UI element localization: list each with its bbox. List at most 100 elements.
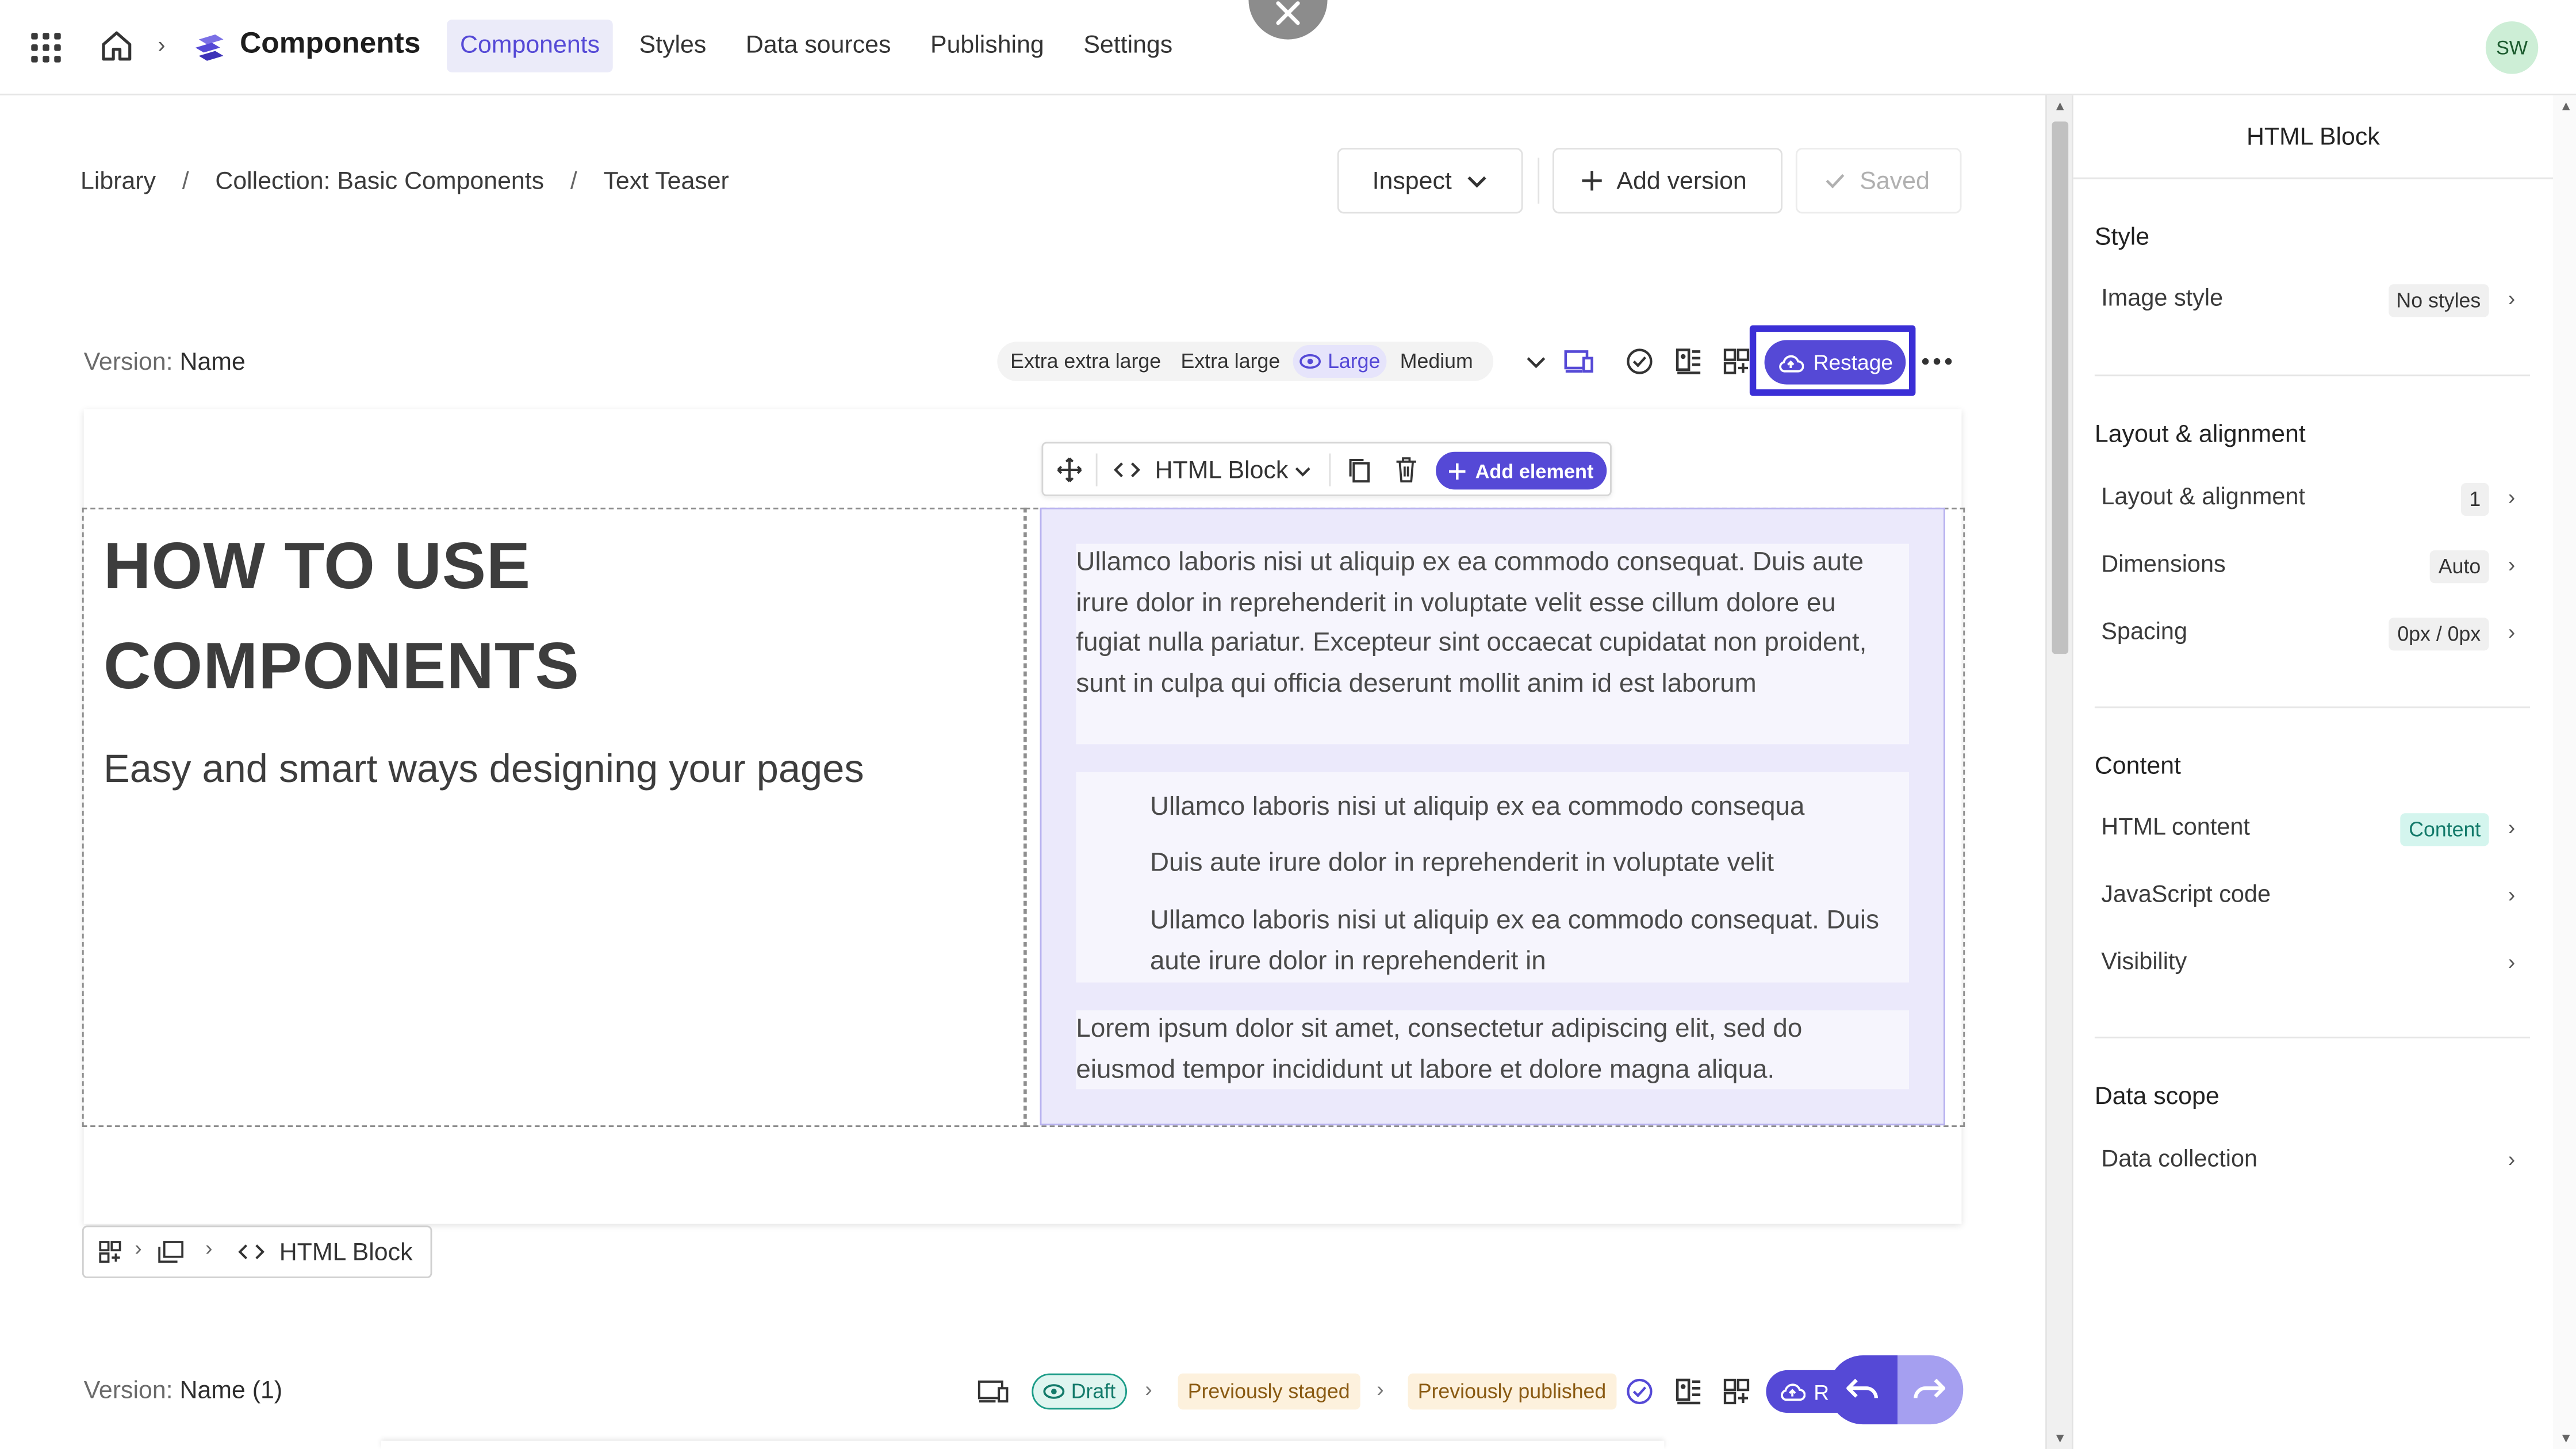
list-item: Ullamco laboris nisi ut aliquip ex ea co…: [1150, 793, 1805, 822]
toolbar-separator: [1095, 453, 1098, 486]
breakpoint-xxl[interactable]: Extra extra large: [1004, 345, 1168, 378]
section-divider: [2094, 374, 2530, 377]
status-badge-published[interactable]: Previously published: [1408, 1373, 1616, 1410]
chevron-right-icon: ›: [2508, 882, 2516, 907]
status-badge-draft[interactable]: Draft: [1032, 1373, 1127, 1410]
chevron-down-icon[interactable]: [1293, 462, 1313, 481]
breakpoint-selector: Extra extra large Extra large Large Medi…: [997, 342, 1493, 381]
user-avatar[interactable]: SW: [2485, 21, 2539, 74]
page-heading: HOW TO USE COMPONENTS: [103, 518, 580, 718]
duplicate-icon[interactable]: [1346, 457, 1372, 483]
scroll-up-arrow-icon[interactable]: ▲: [2053, 98, 2067, 113]
prop-label: Image style: [2101, 286, 2224, 312]
tab-styles[interactable]: Styles: [626, 20, 719, 72]
panel-scrollbar[interactable]: ▲ ▼: [2553, 95, 2576, 1449]
restage-button[interactable]: Restage: [1764, 340, 1906, 385]
chevron-down-icon[interactable]: [1521, 347, 1551, 376]
add-version-label: Add version: [1616, 167, 1747, 195]
eye-icon: [1300, 354, 1321, 369]
chevron-right-icon: ›: [2508, 552, 2516, 577]
html-paragraph: Lorem ipsum dolor sit amet, consectetur …: [1076, 1015, 1803, 1084]
inspect-dropdown[interactable]: Inspect: [1337, 148, 1523, 214]
close-overlay-button[interactable]: [1248, 0, 1328, 40]
prop-label: Layout & alignment: [2101, 484, 2305, 511]
move-handle-icon[interactable]: [1056, 457, 1083, 483]
restage-button[interactable]: R: [1766, 1370, 1839, 1413]
container-icon[interactable]: [158, 1240, 184, 1263]
prop-value-badge: 1: [2461, 483, 2489, 516]
prop-image-style[interactable]: Image style No styles ›: [2101, 281, 2515, 321]
breadcrumb-collection[interactable]: Collection: Basic Components: [215, 167, 544, 195]
prop-html-content[interactable]: HTML content Content ›: [2101, 810, 2515, 850]
section-title-style: Style: [2094, 223, 2150, 252]
toolbar-divider: [1538, 158, 1540, 204]
tab-data-sources[interactable]: Data sources: [733, 20, 904, 72]
page-breadcrumb: Library / Collection: Basic Components /…: [80, 167, 729, 195]
chevron-right-icon: ›: [1377, 1377, 1384, 1402]
apps-grid-icon[interactable]: [31, 33, 61, 63]
grid-layout-icon[interactable]: [1722, 1377, 1751, 1406]
tab-publishing[interactable]: Publishing: [917, 20, 1057, 72]
chevron-right-icon: ›: [205, 1235, 213, 1260]
status-draft-label: Draft: [1071, 1380, 1116, 1403]
chevron-right-icon: ›: [2508, 949, 2516, 975]
heading-line: COMPONENTS: [103, 631, 580, 703]
prop-data-collection[interactable]: Data collection ›: [2101, 1142, 2515, 1182]
status-badge-staged[interactable]: Previously staged: [1178, 1373, 1360, 1410]
top-navigation-bar: › Components Components Styles Data sour…: [0, 0, 2576, 95]
chevron-right-icon: ›: [2508, 815, 2516, 839]
grid-layout-icon[interactable]: [98, 1240, 121, 1263]
redo-button[interactable]: [1897, 1355, 1964, 1425]
undo-button[interactable]: [1828, 1355, 1897, 1425]
prop-visibility[interactable]: Visibility ›: [2101, 945, 2515, 984]
code-icon: [238, 1244, 264, 1259]
eye-icon: [1043, 1384, 1065, 1399]
element-type-label[interactable]: HTML Block: [1155, 457, 1289, 485]
version-name[interactable]: Name: [180, 348, 246, 377]
home-icon[interactable]: [98, 28, 135, 64]
layout-columns-icon[interactable]: [1674, 1377, 1703, 1406]
device-preview-icon[interactable]: [1564, 347, 1593, 376]
check-circle-icon[interactable]: [1625, 1377, 1654, 1406]
prop-value-badge: Auto: [2430, 550, 2489, 584]
brand-logo-icon: [195, 34, 224, 61]
chevron-right-icon: ›: [1145, 1377, 1152, 1402]
element-breadcrumb-current[interactable]: HTML Block: [279, 1239, 413, 1267]
prop-spacing[interactable]: Spacing 0px / 0px ›: [2101, 615, 2515, 654]
saved-button[interactable]: Saved: [1795, 148, 1962, 214]
version-prefix: Version:: [83, 1377, 173, 1405]
breakpoint-medium[interactable]: Medium: [1393, 345, 1479, 378]
prop-layout-alignment[interactable]: Layout & alignment 1 ›: [2101, 480, 2515, 519]
breadcrumb-separator: /: [570, 167, 577, 195]
scroll-up-arrow-icon[interactable]: ▲: [2559, 98, 2573, 113]
scroll-thumb[interactable]: [2052, 121, 2069, 654]
add-element-button[interactable]: Add element: [1436, 451, 1607, 490]
prop-dimensions[interactable]: Dimensions Auto ›: [2101, 547, 2515, 586]
code-icon: [1114, 462, 1140, 478]
restage-label: Restage: [1813, 350, 1893, 375]
prop-label: JavaScript code: [2101, 882, 2271, 908]
layout-columns-icon[interactable]: [1674, 347, 1703, 376]
breakpoint-large[interactable]: Large: [1293, 345, 1387, 378]
trash-icon[interactable]: [1395, 457, 1418, 483]
tab-settings[interactable]: Settings: [1070, 20, 1186, 72]
scroll-down-arrow-icon[interactable]: ▼: [2053, 1431, 2067, 1446]
prop-label: Visibility: [2101, 949, 2187, 976]
canvas-scrollbar[interactable]: ▲ ▼: [2045, 95, 2072, 1449]
check-circle-icon[interactable]: [1625, 347, 1654, 376]
html-paragraph: Ullamco laboris nisi ut aliquip ex ea co…: [1076, 549, 1867, 697]
app-title: Components: [240, 26, 421, 59]
grid-layout-icon[interactable]: [1722, 347, 1751, 376]
version-name[interactable]: Name (1): [180, 1377, 283, 1405]
breakpoint-xl[interactable]: Extra large: [1174, 345, 1287, 378]
device-preview-icon[interactable]: [977, 1378, 1010, 1405]
next-version-canvas-peek: [381, 1440, 1665, 1449]
tab-components[interactable]: Components: [447, 20, 613, 72]
inspect-label: Inspect: [1372, 167, 1452, 195]
more-options-icon[interactable]: [1922, 358, 1952, 365]
add-version-button[interactable]: Add version: [1552, 148, 1782, 214]
chevron-down-icon: [1467, 176, 1486, 188]
scroll-down-arrow-icon[interactable]: ▼: [2559, 1431, 2573, 1446]
prop-javascript-code[interactable]: JavaScript code ›: [2101, 877, 2515, 917]
breadcrumb-library[interactable]: Library: [80, 167, 156, 195]
